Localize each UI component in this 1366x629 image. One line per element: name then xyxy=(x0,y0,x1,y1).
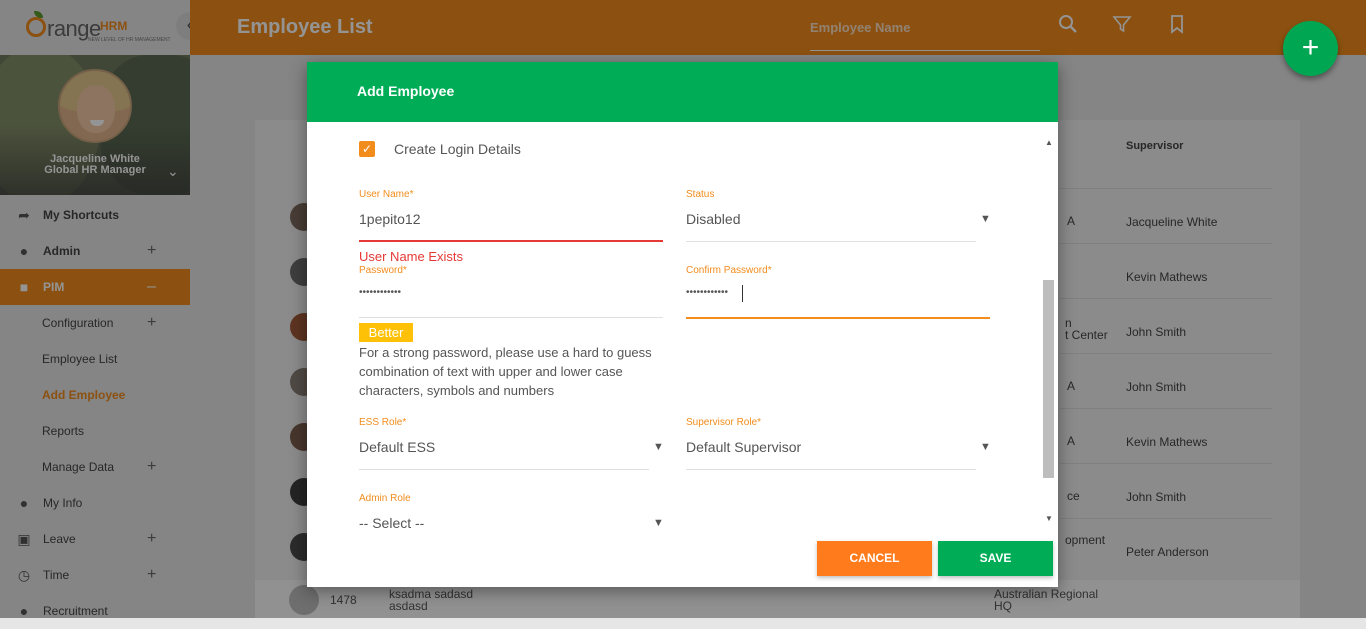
save-button[interactable]: SAVE xyxy=(938,541,1053,576)
password-hint: For a strong password, please use a hard… xyxy=(359,345,652,398)
supervisor-role-select[interactable]: Default Supervisor xyxy=(686,439,801,455)
required-mark: * xyxy=(757,417,762,428)
dropdown-arrow-icon[interactable]: ▼ xyxy=(980,441,991,453)
password-label: Password* xyxy=(359,265,407,276)
status-underline xyxy=(686,241,976,242)
ess-role-label: ESS Role* xyxy=(359,417,406,428)
dialog-header: Add Employee xyxy=(307,62,1058,122)
label-text: Confirm Password xyxy=(686,265,768,276)
label-text: Password xyxy=(359,265,403,276)
confirm-password-underline xyxy=(686,317,990,319)
dialog-title: Add Employee xyxy=(357,83,455,99)
password-strength-badge: Better xyxy=(359,323,413,342)
status-label: Status xyxy=(686,189,715,200)
required-mark: * xyxy=(767,265,772,276)
dialog-scrollbar[interactable]: ▲ ▼ xyxy=(1042,134,1055,526)
ess-role-underline xyxy=(359,469,649,470)
label-text: Supervisor Role xyxy=(686,417,758,428)
username-underline xyxy=(359,240,663,242)
confirm-password-label: Confirm Password* xyxy=(686,265,772,276)
required-mark: * xyxy=(402,265,407,276)
create-login-checkbox[interactable]: ✓ xyxy=(359,141,375,157)
confirm-password-field[interactable]: •••••••••••• xyxy=(686,287,728,298)
username-label: User Name* xyxy=(359,189,413,200)
create-login-label: Create Login Details xyxy=(394,141,521,157)
username-field[interactable]: 1pepito12 xyxy=(359,211,421,227)
dropdown-arrow-icon[interactable]: ▼ xyxy=(653,441,664,453)
add-fab-button[interactable]: + xyxy=(1283,21,1338,76)
required-mark: * xyxy=(409,189,414,200)
text-cursor xyxy=(742,285,743,302)
password-underline xyxy=(359,317,663,318)
scroll-thumb[interactable] xyxy=(1043,280,1054,478)
required-mark: * xyxy=(402,417,407,428)
supervisor-role-label: Supervisor Role* xyxy=(686,417,761,428)
cancel-button[interactable]: CANCEL xyxy=(817,541,932,576)
scroll-up-icon[interactable]: ▲ xyxy=(1045,138,1053,147)
dropdown-arrow-icon[interactable]: ▼ xyxy=(980,213,991,225)
add-employee-dialog: Add Employee ▲ ▼ ✓ Create Login Details … xyxy=(307,62,1058,587)
dropdown-arrow-icon[interactable]: ▼ xyxy=(653,517,664,529)
username-error: User Name Exists xyxy=(359,249,464,264)
supervisor-role-underline xyxy=(686,469,976,470)
admin-role-label: Admin Role xyxy=(359,493,411,504)
label-text: User Name xyxy=(359,189,410,200)
scroll-down-icon[interactable]: ▼ xyxy=(1045,514,1053,523)
admin-role-select[interactable]: -- Select -- xyxy=(359,515,424,531)
status-select[interactable]: Disabled xyxy=(686,211,740,227)
label-text: ESS Role xyxy=(359,417,403,428)
ess-role-select[interactable]: Default ESS xyxy=(359,439,435,455)
password-field[interactable]: •••••••••••• xyxy=(359,287,401,298)
